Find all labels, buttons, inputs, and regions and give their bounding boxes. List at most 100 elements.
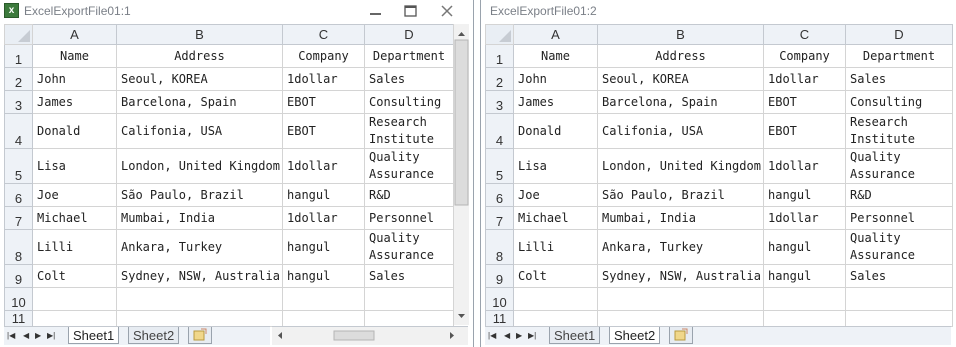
cell-a3[interactable]: James — [513, 90, 598, 114]
row-header[interactable]: 9 — [485, 264, 514, 288]
cell-c1[interactable]: Company — [282, 44, 365, 68]
row-header[interactable]: 4 — [4, 113, 33, 149]
select-all-corner[interactable] — [485, 24, 514, 45]
sheet-tab-1[interactable]: Sheet1 — [68, 327, 120, 344]
cell-b9[interactable]: Sydney, NSW, Australia — [116, 264, 283, 288]
cell-b10[interactable] — [597, 287, 764, 311]
cell-d2[interactable]: Sales — [364, 67, 454, 91]
cell-c9[interactable]: hangul — [763, 264, 846, 288]
cell-b11[interactable] — [597, 310, 764, 327]
column-header-d[interactable]: D — [845, 24, 953, 45]
cell-d3[interactable]: Consulting — [364, 90, 454, 114]
new-sheet-tab[interactable] — [669, 327, 693, 344]
cell-b5[interactable]: London, United Kingdom — [116, 148, 283, 184]
cell-c1[interactable]: Company — [763, 44, 846, 68]
cell-b7[interactable]: Mumbai, India — [597, 206, 764, 230]
row-header[interactable]: 2 — [4, 67, 33, 91]
row-header[interactable]: 5 — [4, 148, 33, 184]
cell-a10[interactable] — [513, 287, 598, 311]
column-header-a[interactable]: A — [32, 24, 117, 45]
prev-sheet-nav-icon[interactable]: ◀ — [504, 331, 510, 340]
cell-c8[interactable]: hangul — [282, 229, 365, 265]
cell-d10[interactable] — [364, 287, 454, 311]
cell-a10[interactable] — [32, 287, 117, 311]
row-header[interactable]: 6 — [485, 183, 514, 207]
cell-b7[interactable]: Mumbai, India — [116, 206, 283, 230]
cell-c3[interactable]: EBOT — [282, 90, 365, 114]
cell-b8[interactable]: Ankara, Turkey — [597, 229, 764, 265]
row-header[interactable]: 8 — [485, 229, 514, 265]
cell-c7[interactable]: 1dollar — [282, 206, 365, 230]
cell-d7[interactable]: Personnel — [845, 206, 953, 230]
cell-c6[interactable]: hangul — [763, 183, 846, 207]
last-sheet-nav-icon[interactable]: ▶| — [47, 331, 55, 340]
cell-d11[interactable] — [845, 310, 953, 327]
cell-c10[interactable] — [763, 287, 846, 311]
row-header[interactable]: 3 — [4, 90, 33, 114]
cell-a5[interactable]: Lisa — [513, 148, 598, 184]
close-button[interactable] — [436, 2, 458, 20]
cell-a8[interactable]: Lilli — [32, 229, 117, 265]
sheet-tab-2[interactable]: Sheet2 — [128, 327, 180, 344]
spreadsheet-grid[interactable]: A B C D 1 Name Address Company Department 2 John Se… — [485, 24, 953, 327]
cell-a1[interactable]: Name — [32, 44, 117, 68]
column-header-d[interactable]: D — [364, 24, 454, 45]
cell-c11[interactable] — [282, 310, 365, 327]
cell-a6[interactable]: Joe — [32, 183, 117, 207]
cell-a6[interactable]: Joe — [513, 183, 598, 207]
next-sheet-nav-icon[interactable]: ▶ — [516, 331, 522, 340]
cell-c10[interactable] — [282, 287, 365, 311]
column-header-a[interactable]: A — [513, 24, 598, 45]
row-header[interactable]: 3 — [485, 90, 514, 114]
cell-c7[interactable]: 1dollar — [763, 206, 846, 230]
cell-c2[interactable]: 1dollar — [763, 67, 846, 91]
column-header-c[interactable]: C — [282, 24, 365, 45]
cell-d5[interactable]: Quality Assurance — [364, 148, 454, 184]
cell-c4[interactable]: EBOT — [282, 113, 365, 149]
row-header[interactable]: 1 — [4, 44, 33, 68]
cell-b8[interactable]: Ankara, Turkey — [116, 229, 283, 265]
cell-b1[interactable]: Address — [116, 44, 283, 68]
first-sheet-nav-icon[interactable]: |◀ — [488, 331, 496, 340]
cell-a11[interactable] — [513, 310, 598, 327]
next-sheet-nav-icon[interactable]: ▶ — [35, 331, 41, 340]
first-sheet-nav-icon[interactable]: |◀ — [7, 331, 15, 340]
cell-a2[interactable]: John — [32, 67, 117, 91]
cell-b3[interactable]: Barcelona, Spain — [116, 90, 283, 114]
cell-c5[interactable]: 1dollar — [282, 148, 365, 184]
cell-a2[interactable]: John — [513, 67, 598, 91]
cell-a5[interactable]: Lisa — [32, 148, 117, 184]
cell-b5[interactable]: London, United Kingdom — [597, 148, 764, 184]
cell-c9[interactable]: hangul — [282, 264, 365, 288]
cell-d2[interactable]: Sales — [845, 67, 953, 91]
cell-d3[interactable]: Consulting — [845, 90, 953, 114]
cell-c3[interactable]: EBOT — [763, 90, 846, 114]
cell-a4[interactable]: Donald — [513, 113, 598, 149]
row-header[interactable]: 2 — [485, 67, 514, 91]
cell-c5[interactable]: 1dollar — [763, 148, 846, 184]
row-header[interactable]: 11 — [485, 310, 514, 327]
cell-a9[interactable]: Colt — [32, 264, 117, 288]
cell-b6[interactable]: São Paulo, Brazil — [116, 183, 283, 207]
title-bar[interactable]: ExcelExportFile01:2 — [481, 0, 956, 23]
cell-d4[interactable]: Research Institute — [364, 113, 454, 149]
cell-b3[interactable]: Barcelona, Spain — [597, 90, 764, 114]
row-header[interactable]: 4 — [485, 113, 514, 149]
row-header[interactable]: 10 — [4, 287, 33, 311]
cell-d10[interactable] — [845, 287, 953, 311]
select-all-corner[interactable] — [4, 24, 33, 45]
cell-b4[interactable]: Califonia, USA — [116, 113, 283, 149]
row-header[interactable]: 11 — [4, 310, 33, 327]
cell-d7[interactable]: Personnel — [364, 206, 454, 230]
cell-a11[interactable] — [32, 310, 117, 327]
column-header-c[interactable]: C — [763, 24, 846, 45]
spreadsheet-grid[interactable]: A B C D 1 Name Address Company Department 2 John Se… — [4, 24, 454, 327]
cell-d8[interactable]: Quality Assurance — [364, 229, 454, 265]
cell-b9[interactable]: Sydney, NSW, Australia — [597, 264, 764, 288]
cell-d6[interactable]: R&D — [364, 183, 454, 207]
cell-a9[interactable]: Colt — [513, 264, 598, 288]
vertical-scrollbar[interactable] — [453, 24, 469, 325]
cell-d5[interactable]: Quality Assurance — [845, 148, 953, 184]
cell-d4[interactable]: Research Institute — [845, 113, 953, 149]
cell-b2[interactable]: Seoul, KOREA — [116, 67, 283, 91]
